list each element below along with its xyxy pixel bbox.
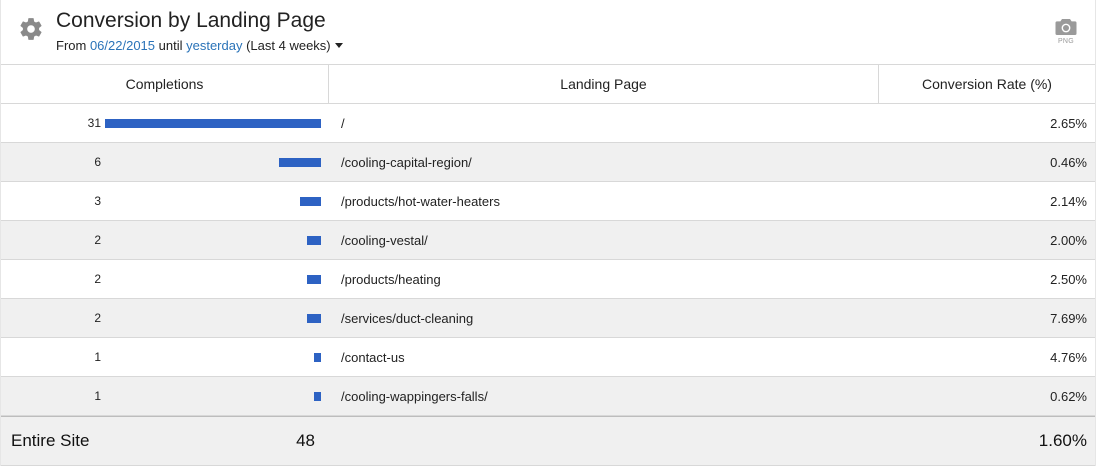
completions-value: 2 <box>94 311 101 325</box>
completions-cell: 2 <box>1 221 329 259</box>
completions-bar <box>105 118 321 128</box>
end-date-link[interactable]: yesterday <box>186 38 242 53</box>
completions-value: 1 <box>94 389 101 403</box>
completions-bar-track <box>105 235 321 245</box>
table-row[interactable]: 3/products/hot-water-heaters 2.14% <box>1 182 1095 221</box>
conversion-rate-cell: 0.46% <box>1050 154 1087 170</box>
completions-bar-track <box>105 313 321 323</box>
footer-conversion-rate: 1.60% <box>1038 431 1087 450</box>
camera-icon <box>1055 19 1077 35</box>
conversion-widget: Conversion by Landing Page From 06/22/20… <box>0 0 1096 466</box>
completions-value: 2 <box>94 233 101 247</box>
completions-value: 31 <box>87 116 101 130</box>
conversion-rate-cell: 4.76% <box>1050 349 1087 365</box>
completions-bar-track <box>105 352 321 362</box>
landing-page-cell[interactable]: / <box>329 104 879 142</box>
export-png-label: PNG <box>1057 38 1075 45</box>
conversion-rate-cell: 2.14% <box>1050 193 1087 209</box>
from-prefix: From <box>56 38 90 53</box>
range-label: (Last 4 weeks) <box>242 38 331 53</box>
start-date-link[interactable]: 06/22/2015 <box>90 38 155 53</box>
completions-cell: 31 <box>1 104 329 142</box>
landing-page-cell[interactable]: /cooling-capital-region/ <box>329 143 879 181</box>
completions-cell: 1 <box>1 338 329 376</box>
completions-bar <box>314 352 321 362</box>
conversion-rate-cell: 7.69% <box>1050 310 1087 326</box>
widget-title: Conversion by Landing Page <box>56 9 326 32</box>
conversion-rate-cell: 2.50% <box>1050 271 1087 287</box>
completions-bar <box>314 391 321 401</box>
completions-value: 3 <box>94 194 101 208</box>
conversion-rate-cell: 0.62% <box>1050 388 1087 404</box>
column-header-conversion-rate[interactable]: Conversion Rate (%) <box>879 65 1095 103</box>
table-row[interactable]: 1/contact-us 4.76% <box>1 338 1095 377</box>
chevron-down-icon[interactable] <box>334 43 343 48</box>
landing-page-cell[interactable]: /contact-us <box>329 338 879 376</box>
conversion-rate-cell: 2.65% <box>1050 115 1087 131</box>
landing-page-cell[interactable]: /cooling-vestal/ <box>329 221 879 259</box>
completions-bar <box>307 313 321 323</box>
footer-spacer <box>329 417 879 465</box>
table-row[interactable]: 31 / 2.65% <box>1 104 1095 143</box>
table-footer: Entire Site 48 1.60% <box>1 416 1095 466</box>
gear-icon[interactable] <box>18 16 44 42</box>
completions-bar <box>300 196 321 206</box>
conversion-rate-cell: 2.00% <box>1050 232 1087 248</box>
completions-bar <box>307 274 321 284</box>
table-row[interactable]: 2/products/heating 2.50% <box>1 260 1095 299</box>
completions-bar <box>279 157 321 167</box>
completions-value: 1 <box>94 350 101 364</box>
table-body: 31/2.65% 6/cooling-capital-region/0.46% 3/… <box>1 104 1095 416</box>
until-text: until <box>155 38 187 53</box>
table-header: Completions Landing Page Conversion Rate… <box>1 65 1095 104</box>
table-row[interactable]: 6/cooling-capital-region/0.46% <box>1 143 1095 182</box>
landing-page-cell[interactable]: /cooling-wappingers-falls/ <box>329 377 879 415</box>
completions-cell: 2 <box>1 299 329 337</box>
completions-bar-track <box>105 196 321 206</box>
completions-cell: 2 <box>1 260 329 298</box>
footer-label: Entire Site <box>11 431 90 450</box>
widget-header: Conversion by Landing Page From 06/22/20… <box>1 0 1095 65</box>
column-header-completions[interactable]: Completions <box>1 65 329 103</box>
completions-bar-track <box>105 391 321 401</box>
completions-bar <box>307 235 321 245</box>
table-row[interactable]: 2/services/duct-cleaning 7.69% <box>1 299 1095 338</box>
table-row[interactable]: 1/cooling-wappingers-falls/0.62% <box>1 377 1095 416</box>
completions-bar-track <box>105 274 321 284</box>
date-range: From 06/22/2015 until yesterday (Last 4 … <box>56 38 343 53</box>
export-png-button[interactable]: PNG <box>1053 18 1079 54</box>
table-row[interactable]: 2/cooling-vestal/2.00% <box>1 221 1095 260</box>
column-header-landing-page[interactable]: Landing Page <box>329 65 879 103</box>
completions-value: 2 <box>94 272 101 286</box>
footer-total-completions: 48 <box>296 431 315 450</box>
completions-cell: 3 <box>1 182 329 220</box>
landing-page-cell[interactable]: /products/hot-water-heaters <box>329 182 879 220</box>
completions-cell: 6 <box>1 143 329 181</box>
landing-page-cell[interactable]: /services/duct-cleaning <box>329 299 879 337</box>
landing-page-cell[interactable]: /products/heating <box>329 260 879 298</box>
completions-bar-track <box>105 118 321 128</box>
completions-value: 6 <box>94 155 101 169</box>
completions-bar-track <box>105 157 321 167</box>
completions-cell: 1 <box>1 377 329 415</box>
